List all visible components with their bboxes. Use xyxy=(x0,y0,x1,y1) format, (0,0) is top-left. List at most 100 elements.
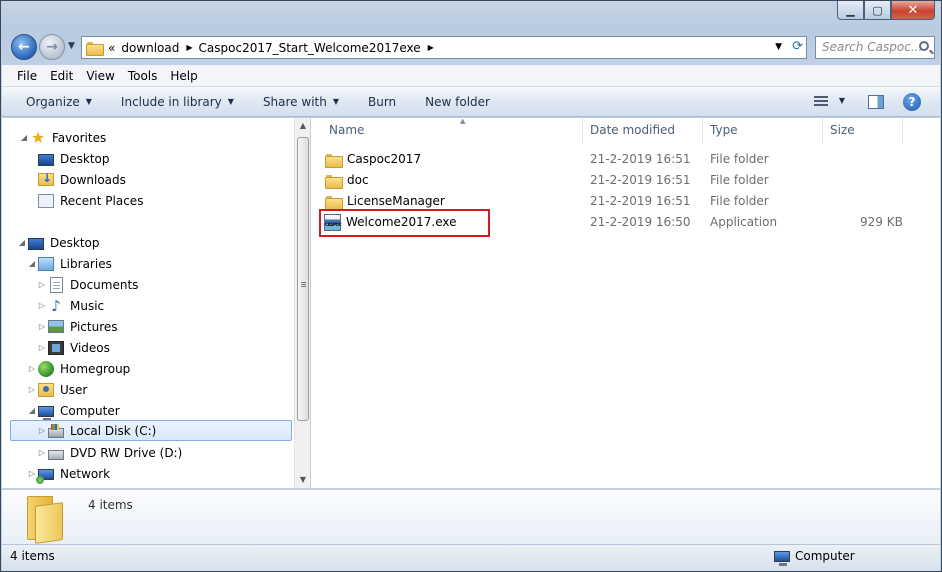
sidebar-item-desktop[interactable]: ◢ Desktop xyxy=(16,232,100,253)
chevron-right-icon[interactable]: ▶ xyxy=(186,43,192,52)
maximize-button[interactable]: ▢ xyxy=(864,1,891,20)
address-dropdown-icon[interactable]: ▼ xyxy=(775,42,782,52)
sidebar-item-videos[interactable]: ▷ Videos xyxy=(36,337,110,358)
sidebar-item-downloads[interactable]: Downloads xyxy=(38,169,126,190)
breadcrumb-current-folder[interactable]: Caspoc2017_Start_Welcome2017exe xyxy=(199,41,421,55)
sidebar-item-network[interactable]: ▷ Network xyxy=(26,463,110,484)
highlight-box xyxy=(319,209,490,237)
date-modified-cell: 21-2-2019 16:50 xyxy=(590,215,691,229)
desktop-icon xyxy=(38,153,54,166)
sidebar-item-documents[interactable]: ▷ Documents xyxy=(36,274,138,295)
expand-arrow-icon[interactable]: ◢ xyxy=(16,238,28,247)
forward-button[interactable]: → xyxy=(39,34,65,60)
search-input[interactable]: Search Caspoc... xyxy=(815,36,935,59)
collapse-arrow-icon[interactable]: ▷ xyxy=(36,426,48,435)
collapse-arrow-icon[interactable]: ▷ xyxy=(36,448,48,457)
scrollbar-thumb[interactable] xyxy=(297,137,309,421)
breadcrumb-overflow[interactable]: « xyxy=(108,41,115,55)
title-bar[interactable]: ▁ ▢ ✕ xyxy=(1,1,941,29)
sidebar-item-label: Network xyxy=(60,466,111,481)
menu-help[interactable]: Help xyxy=(170,69,197,83)
sidebar-item-computer[interactable]: ◢ Computer xyxy=(26,400,120,421)
table-row[interactable]: Caspoc2017 21-2-2019 16:51 File folder xyxy=(318,149,918,170)
sidebar-item-label: Downloads xyxy=(60,172,126,187)
burn-button[interactable]: Burn xyxy=(368,95,396,109)
homegroup-icon xyxy=(38,360,54,377)
close-button[interactable]: ✕ xyxy=(891,1,935,20)
collapse-arrow-icon[interactable]: ▷ xyxy=(36,301,48,310)
column-header-name[interactable]: ▲ Name xyxy=(322,117,583,143)
share-with-label: Share with xyxy=(262,94,327,109)
column-header-type[interactable]: Type xyxy=(703,118,823,143)
sidebar-item-label: Homegroup xyxy=(60,361,131,376)
file-list: ▲ Name Date modified Type Size Caspoc201… xyxy=(311,117,940,488)
sidebar-item-dvd-drive[interactable]: ▷ DVD RW Drive (D:) xyxy=(36,442,182,463)
refresh-icon[interactable]: ⟳ xyxy=(792,39,803,54)
chevron-right-icon[interactable]: ▶ xyxy=(428,43,434,52)
breadcrumb-download[interactable]: download xyxy=(121,41,179,55)
sidebar-item-favorites[interactable]: ◢ ★ Favorites xyxy=(18,127,106,148)
include-in-library-button[interactable]: Include in library ▼ xyxy=(121,95,234,109)
column-header-size[interactable]: Size xyxy=(823,118,903,143)
view-options-dropdown[interactable]: ▼ xyxy=(839,96,845,105)
menu-bar: File Edit View Tools Help xyxy=(2,65,940,87)
menu-edit[interactable]: Edit xyxy=(50,69,73,83)
sidebar-item-music[interactable]: ▷ ♪ Music xyxy=(36,295,104,316)
collapse-arrow-icon[interactable]: ▷ xyxy=(26,364,38,373)
sidebar-item-label: User xyxy=(60,382,88,397)
sidebar-item-label: DVD RW Drive (D:) xyxy=(70,445,183,460)
collapse-arrow-icon[interactable]: ▷ xyxy=(26,385,38,394)
collapse-arrow-icon[interactable]: ▷ xyxy=(36,343,48,352)
sidebar-item-label: Recent Places xyxy=(60,193,144,208)
scroll-down-arrow-icon[interactable]: ▼ xyxy=(295,472,311,488)
expand-arrow-icon[interactable]: ◢ xyxy=(26,406,38,415)
recent-places-icon xyxy=(38,193,54,208)
preview-pane-icon[interactable] xyxy=(868,95,884,109)
sidebar-item-user[interactable]: ▷ User xyxy=(26,379,87,400)
organize-button[interactable]: Organize ▼ xyxy=(26,95,92,109)
recent-pages-dropdown[interactable]: ▼ xyxy=(68,41,75,51)
explorer-window: ▁ ▢ ✕ ← → ▼ « download ▶ Caspoc2017_Star… xyxy=(0,0,942,572)
date-modified-cell: 21-2-2019 16:51 xyxy=(590,152,691,166)
menu-tools[interactable]: Tools xyxy=(128,69,158,83)
search-icon[interactable] xyxy=(919,41,929,51)
collapse-arrow-icon[interactable]: ▷ xyxy=(36,280,48,289)
navigation-row: ← → ▼ « download ▶ Caspoc2017_Start_Welc… xyxy=(9,33,935,61)
status-location: Computer xyxy=(774,549,855,566)
desktop-icon xyxy=(28,237,44,250)
sidebar-item-pictures[interactable]: ▷ Pictures xyxy=(36,316,118,337)
menu-file[interactable]: File xyxy=(17,69,37,83)
sidebar-item-libraries[interactable]: ◢ Libraries xyxy=(26,253,112,274)
back-button[interactable]: ← xyxy=(11,34,37,60)
sidebar-item-recent-places[interactable]: Recent Places xyxy=(38,190,143,211)
column-header-date-modified[interactable]: Date modified xyxy=(583,118,703,143)
share-with-button[interactable]: Share with ▼ xyxy=(263,95,339,109)
table-row[interactable]: doc 21-2-2019 16:51 File folder xyxy=(318,170,918,191)
expand-arrow-icon[interactable]: ◢ xyxy=(18,133,30,142)
date-modified-cell: 21-2-2019 16:51 xyxy=(590,173,691,187)
file-name-cell[interactable]: Caspoc2017 xyxy=(322,149,421,170)
downloads-icon xyxy=(38,171,54,186)
new-folder-button[interactable]: New folder xyxy=(425,95,490,109)
type-cell: File folder xyxy=(710,194,769,208)
sidebar-item-desktop-favorite[interactable]: Desktop xyxy=(38,148,110,169)
sidebar-item-label: Desktop xyxy=(60,151,110,166)
expand-arrow-icon[interactable]: ◢ xyxy=(26,259,38,268)
libraries-icon xyxy=(38,256,54,271)
minimize-button[interactable]: ▁ xyxy=(837,1,864,20)
change-view-icon[interactable] xyxy=(814,96,828,108)
navigation-scrollbar[interactable]: ▲ ▼ xyxy=(294,118,310,488)
file-name-cell[interactable]: doc xyxy=(322,170,369,191)
scroll-up-arrow-icon[interactable]: ▲ xyxy=(295,118,311,134)
type-cell: File folder xyxy=(710,152,769,166)
help-icon[interactable]: ? xyxy=(903,93,921,111)
details-pane: 4 items xyxy=(2,489,940,544)
address-bar[interactable]: « download ▶ Caspoc2017_Start_Welcome201… xyxy=(81,36,807,59)
organize-label: Organize xyxy=(26,94,80,109)
sidebar-item-homegroup[interactable]: ▷ Homegroup xyxy=(26,358,130,379)
collapse-arrow-icon[interactable]: ▷ xyxy=(36,322,48,331)
menu-view[interactable]: View xyxy=(86,69,114,83)
type-cell: Application xyxy=(710,215,778,229)
sidebar-item-label: Desktop xyxy=(50,235,100,250)
sidebar-item-local-disk[interactable]: ▷ Local Disk (C:) xyxy=(10,420,292,441)
